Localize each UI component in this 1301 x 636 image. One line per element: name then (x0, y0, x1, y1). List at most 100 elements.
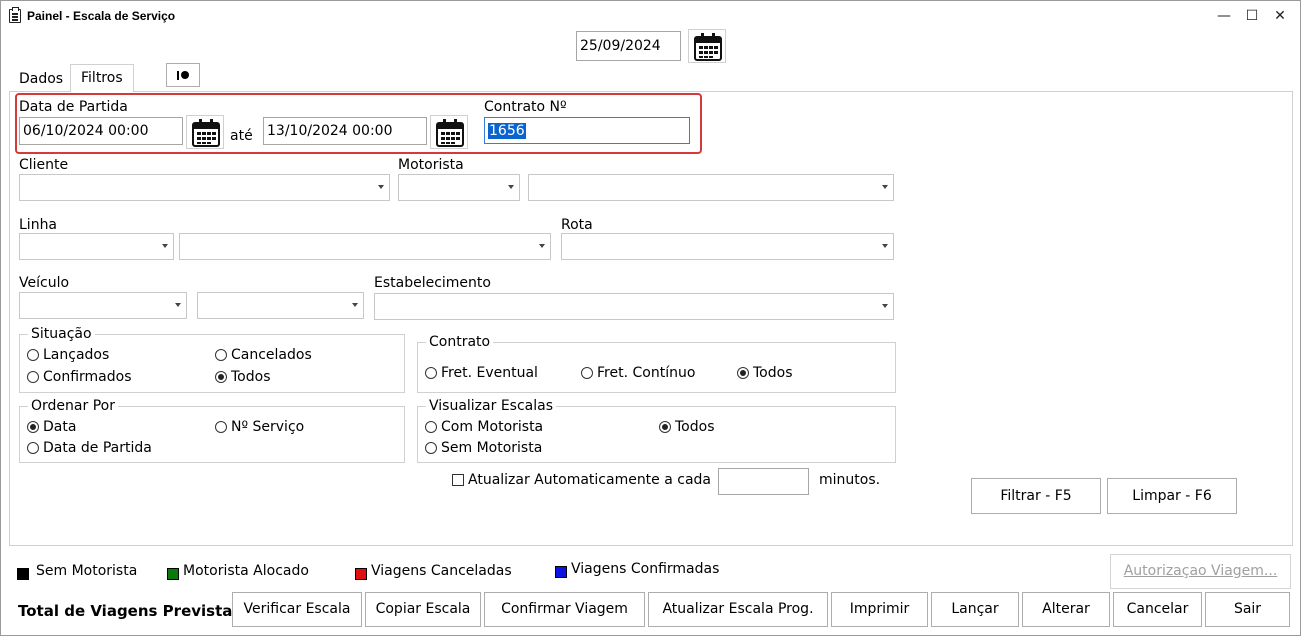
legend-swatch-motorista-alocado (167, 568, 179, 580)
estabelecimento-combo[interactable] (374, 293, 894, 320)
imprimir-button[interactable]: Imprimir (831, 592, 928, 627)
copiar-escala-button[interactable]: Copiar Escala (365, 592, 481, 627)
motorista-code-combo[interactable] (398, 174, 520, 201)
alterar-button[interactable]: Alterar (1022, 592, 1110, 627)
ordenar-data-radio[interactable]: Data (27, 419, 76, 435)
situacao-cancelados-radio[interactable]: Cancelados (215, 347, 312, 363)
contrato-num-input[interactable]: 1656 (484, 117, 690, 144)
situacao-confirmados-label: Confirmados (43, 369, 132, 385)
tab-dados[interactable]: Dados (19, 71, 63, 87)
contrato-todos-radio[interactable]: Todos (737, 365, 792, 381)
visualizar-com-motorista-label: Com Motorista (441, 419, 544, 435)
toggle-button[interactable] (166, 63, 200, 87)
veiculo-label: Veículo (19, 275, 70, 291)
legend-swatch-viagens-canceladas (355, 568, 367, 580)
legend-motorista-alocado: Motorista Alocado (183, 563, 309, 579)
minimize-icon[interactable]: — (1209, 5, 1239, 27)
close-icon[interactable]: ✕ (1265, 5, 1295, 27)
visualizar-todos-label: Todos (675, 419, 715, 435)
legend-swatch-sem-motorista (17, 568, 29, 580)
sair-button[interactable]: Sair (1205, 592, 1290, 627)
situacao-todos-label: Todos (231, 369, 271, 385)
situacao-cancelados-label: Cancelados (231, 347, 312, 363)
contrato-continuo-radio[interactable]: Fret. Contínuo (581, 365, 695, 381)
situacao-title: Situação (28, 326, 95, 342)
filtrar-button[interactable]: Filtrar - F5 (971, 478, 1101, 514)
data-partida-from-calendar-button[interactable] (186, 115, 224, 149)
minutos-label: minutos. (819, 472, 881, 488)
motorista-label: Motorista (398, 157, 464, 173)
ordenar-nservico-label: Nº Serviço (231, 419, 305, 435)
calendar-icon (436, 119, 464, 147)
data-partida-from-input[interactable]: 06/10/2024 00:00 (19, 117, 183, 145)
situacao-todos-radio[interactable]: Todos (215, 369, 270, 385)
verificar-escala-button[interactable]: Verificar Escala (232, 592, 362, 627)
visualizar-todos-radio[interactable]: Todos (659, 419, 714, 435)
visualizar-sem-motorista-radio[interactable]: Sem Motorista (425, 440, 542, 456)
visualizar-com-motorista-radio[interactable]: Com Motorista (425, 419, 543, 435)
lancar-button[interactable]: Lançar (931, 592, 1019, 627)
contrato-continuo-label: Fret. Contínuo (597, 365, 696, 381)
top-date-input[interactable]: 25/09/2024 (576, 31, 681, 61)
chevron-down-icon (162, 244, 168, 248)
data-partida-label: Data de Partida (19, 99, 128, 115)
tab-filtros[interactable]: Filtros (70, 64, 134, 92)
auto-update-minutes-input[interactable] (718, 468, 809, 495)
top-date-calendar-button[interactable] (688, 29, 726, 63)
confirmar-viagem-button[interactable]: Confirmar Viagem (484, 592, 645, 627)
data-partida-to-input[interactable]: 13/10/2024 00:00 (263, 117, 427, 145)
chevron-down-icon (882, 304, 888, 308)
rota-combo[interactable] (561, 233, 894, 260)
cliente-combo[interactable] (19, 174, 390, 201)
motorista-name-combo[interactable] (528, 174, 894, 201)
atualizar-escala-prog-button[interactable]: Atualizar Escala Prog. (648, 592, 828, 627)
clipboard-icon (9, 7, 21, 23)
autorizacao-viagem-button[interactable]: Autorizaçao Viagem... (1110, 554, 1291, 589)
ordenar-datapartida-label: Data de Partida (43, 440, 152, 456)
linha-label: Linha (19, 217, 58, 233)
cancelar-button[interactable]: Cancelar (1113, 592, 1202, 627)
situacao-confirmados-radio[interactable]: Confirmados (27, 369, 132, 385)
chevron-down-icon (539, 244, 545, 248)
ordenar-data-label: Data (43, 419, 77, 435)
linha-name-combo[interactable] (179, 233, 551, 260)
legend-sem-motorista: Sem Motorista (36, 563, 138, 579)
rota-label: Rota (561, 217, 593, 233)
chevron-down-icon (378, 185, 384, 189)
contrato-todos-label: Todos (753, 365, 793, 381)
chevron-down-icon (352, 303, 358, 307)
calendar-icon (192, 119, 220, 147)
legend-viagens-canceladas: Viagens Canceladas (371, 563, 512, 579)
record-icon (177, 64, 189, 86)
contrato-eventual-radio[interactable]: Fret. Eventual (425, 365, 538, 381)
ordenar-nservico-radio[interactable]: Nº Serviço (215, 419, 304, 435)
chevron-down-icon (175, 303, 181, 307)
chevron-down-icon (508, 185, 514, 189)
visualizar-sem-motorista-label: Sem Motorista (441, 440, 543, 456)
calendar-icon (694, 33, 722, 61)
veiculo-name-combo[interactable] (197, 292, 364, 319)
situacao-lancados-radio[interactable]: Lançados (27, 347, 109, 363)
contrato-title: Contrato (426, 334, 494, 350)
main-window: Painel - Escala de Serviço — ☐ ✕ 25/09/2… (0, 0, 1301, 636)
title-bar: Painel - Escala de Serviço — ☐ ✕ (1, 1, 1300, 31)
ordenar-title: Ordenar Por (28, 398, 118, 414)
data-partida-to-calendar-button[interactable] (430, 115, 468, 149)
auto-update-checkbox[interactable]: Atualizar Automaticamente a cada (452, 472, 711, 488)
situacao-lancados-label: Lançados (43, 347, 110, 363)
chevron-down-icon (882, 185, 888, 189)
ordenar-datapartida-radio[interactable]: Data de Partida (27, 440, 152, 456)
veiculo-code-combo[interactable] (19, 292, 187, 319)
limpar-button[interactable]: Limpar - F6 (1107, 478, 1237, 514)
contrato-num-label: Contrato Nº (484, 99, 567, 115)
contrato-eventual-label: Fret. Eventual (441, 365, 538, 381)
maximize-icon[interactable]: ☐ (1237, 5, 1267, 27)
legend-viagens-confirmadas: Viagens Confirmadas (571, 561, 720, 577)
linha-code-combo[interactable] (19, 233, 174, 260)
chevron-down-icon (882, 244, 888, 248)
estabelecimento-label: Estabelecimento (374, 275, 491, 291)
cliente-label: Cliente (19, 157, 69, 173)
legend-swatch-viagens-confirmadas (555, 566, 567, 578)
contrato-num-value: 1656 (488, 123, 526, 139)
total-viagens-label: Total de Viagens Previstas: 2 (18, 603, 232, 619)
